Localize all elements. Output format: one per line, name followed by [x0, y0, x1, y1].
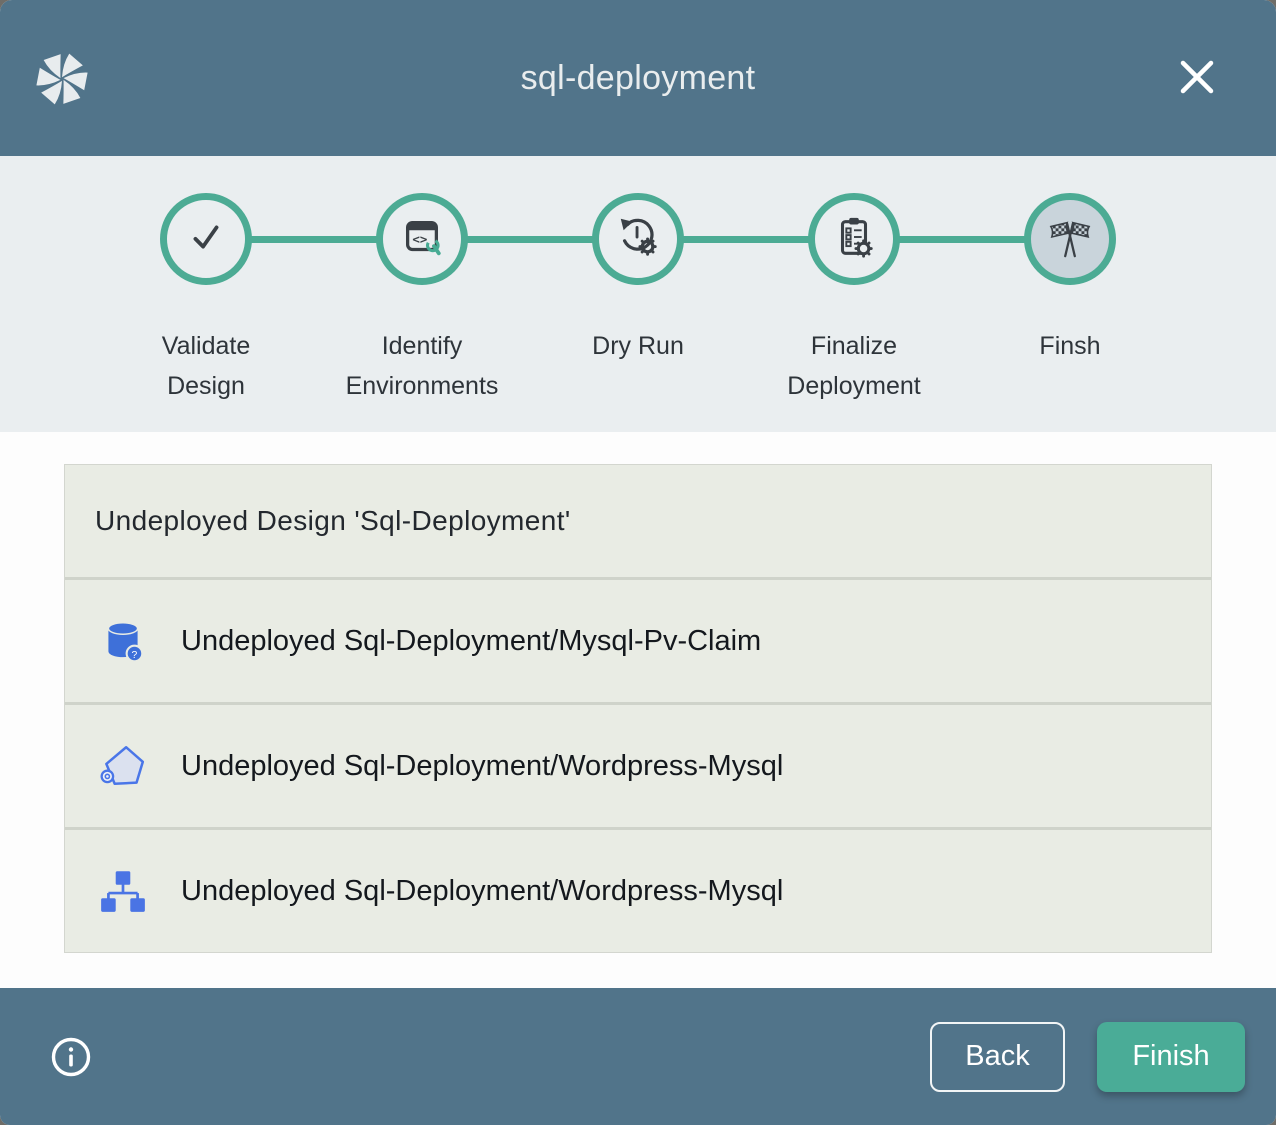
step-circle: [1024, 193, 1116, 285]
info-button[interactable]: [50, 1036, 92, 1078]
service-pentagon-icon: [98, 741, 148, 791]
svg-text:<>: <>: [412, 231, 427, 246]
step-circle: [160, 193, 252, 285]
step-identify-environments[interactable]: <> Identify Environments: [314, 156, 530, 406]
check-icon: [183, 214, 229, 265]
info-icon: [50, 1066, 92, 1081]
svg-text:?: ?: [132, 650, 138, 661]
result-row-service[interactable]: Undeployed Sql-Deployment/Wordpress-Mysq…: [65, 702, 1211, 827]
step-label: Identify Environments: [342, 326, 502, 406]
clipboard-gear-icon: [831, 214, 877, 265]
database-icon: ?: [98, 616, 148, 666]
result-row-pv-claim[interactable]: ? Undeployed Sql-Deployment/Mysql-Pv-Cla…: [65, 577, 1211, 702]
panel-header-row: Undeployed Design 'Sql-Deployment': [65, 465, 1211, 577]
step-label: Dry Run: [592, 326, 684, 366]
modal-header: sql-deployment: [0, 0, 1276, 156]
result-row-deployment[interactable]: Undeployed Sql-Deployment/Wordpress-Mysq…: [65, 827, 1211, 952]
modal-footer: Back Finish: [0, 988, 1276, 1125]
panel-header-text: Undeployed Design 'Sql-Deployment': [95, 505, 571, 537]
rerun-gear-icon: [615, 214, 661, 265]
step-circle: [808, 193, 900, 285]
deployment-stepper: Validate Design <>: [0, 156, 1276, 432]
deployment-hierarchy-icon: [98, 866, 148, 916]
step-finish[interactable]: Finsh: [962, 156, 1178, 406]
step-label: Finalize Deployment: [774, 326, 934, 406]
step-validate-design[interactable]: Validate Design: [98, 156, 314, 406]
close-button[interactable]: [1176, 57, 1218, 99]
deployment-wizard-modal: sql-deployment: [0, 0, 1276, 1125]
result-row-text: Undeployed Sql-Deployment/Wordpress-Mysq…: [181, 875, 783, 908]
close-icon: [1177, 57, 1217, 100]
step-finalize-deployment[interactable]: Finalize Deployment: [746, 156, 962, 406]
finish-button[interactable]: Finish: [1097, 1022, 1245, 1092]
step-label: Validate Design: [126, 326, 286, 406]
modal-title: sql-deployment: [0, 0, 1276, 156]
code-window-wrench-icon: <>: [399, 214, 445, 265]
meshery-logo-icon: [33, 50, 91, 108]
result-row-text: Undeployed Sql-Deployment/Wordpress-Mysq…: [181, 750, 783, 783]
result-row-text: Undeployed Sql-Deployment/Mysql-Pv-Claim: [181, 625, 761, 658]
deployment-results-panel: Undeployed Design 'Sql-Deployment' ? Und…: [64, 464, 1212, 953]
back-button[interactable]: Back: [930, 1022, 1065, 1092]
checkered-flags-icon: [1047, 214, 1093, 265]
step-label: Finsh: [1039, 326, 1100, 366]
step-dry-run[interactable]: Dry Run: [530, 156, 746, 406]
step-circle: <>: [376, 193, 468, 285]
step-circle: [592, 193, 684, 285]
